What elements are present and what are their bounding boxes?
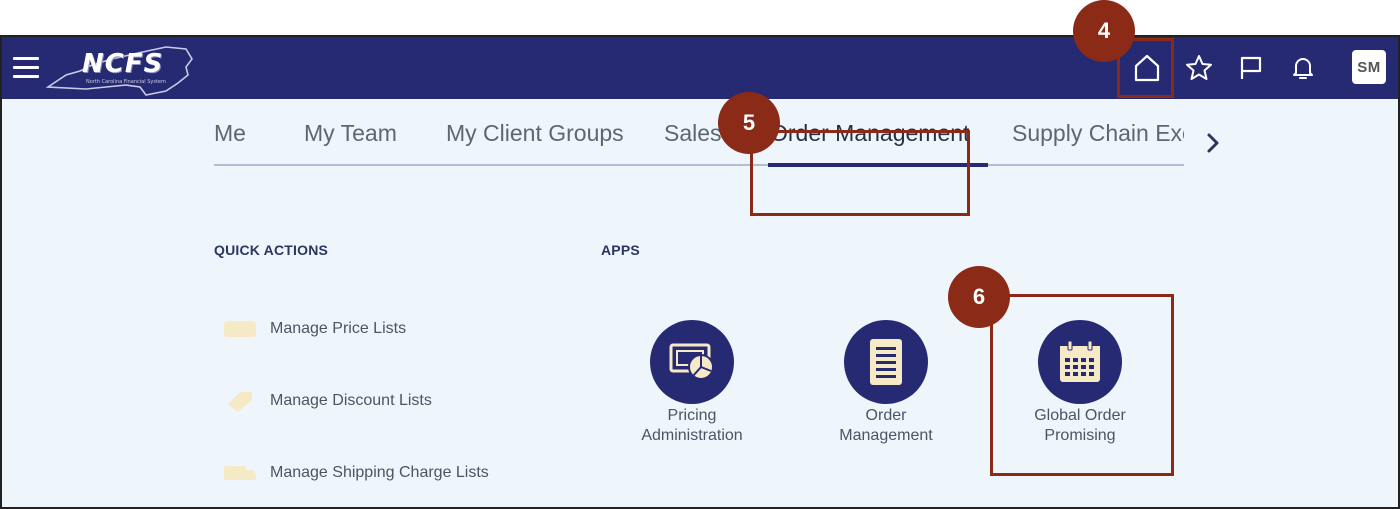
- callout-badge-6: 6: [948, 266, 1010, 328]
- app-icon-circle: [844, 320, 928, 404]
- pricing-admin-icon: [669, 343, 714, 380]
- callout-badge-5: 5: [718, 92, 780, 154]
- notifications-bell-icon[interactable]: [1286, 51, 1320, 85]
- app-order-management[interactable]: Order Management: [806, 320, 966, 446]
- app-label-line2: Promising: [1044, 427, 1116, 444]
- user-avatar[interactable]: SM: [1352, 50, 1386, 84]
- tabs-divider: [214, 164, 1184, 166]
- tab-order-management[interactable]: Order Management: [770, 120, 969, 147]
- app-pricing-administration[interactable]: Pricing Administration: [612, 320, 772, 446]
- home-icon[interactable]: [1130, 51, 1164, 85]
- favorites-star-icon[interactable]: [1182, 51, 1216, 85]
- price-list-icon: [224, 321, 256, 337]
- shipping-truck-icon: [224, 466, 256, 480]
- quick-action-label: Manage Discount Lists: [270, 392, 432, 409]
- global-header: NCFS North Carolina Financial System SM: [2, 37, 1398, 99]
- tab-sales[interactable]: Sales: [664, 120, 722, 147]
- discount-tag-icon: [228, 392, 252, 412]
- quick-action-manage-discount-lists[interactable]: Manage Discount Lists: [222, 386, 432, 416]
- callout-badge-4: 4: [1073, 0, 1135, 62]
- tab-my-team[interactable]: My Team: [304, 120, 397, 147]
- quick-actions-heading: QUICK ACTIONS: [214, 242, 329, 258]
- tab-supply-chain-execution[interactable]: Supply Chain Execu: [1012, 120, 1184, 147]
- app-label-line1: Global Order: [1034, 407, 1126, 424]
- flag-icon[interactable]: [1234, 51, 1268, 85]
- order-document-icon: [870, 339, 902, 385]
- logo-subtitle: North Carolina Financial System: [86, 79, 166, 85]
- quick-action-label: Manage Shipping Charge Lists: [270, 464, 489, 481]
- tab-my-client-groups[interactable]: My Client Groups: [446, 120, 624, 147]
- quick-action-manage-price-lists[interactable]: Manage Price Lists: [222, 314, 406, 344]
- app-label-line1: Pricing: [667, 407, 717, 424]
- apps-heading: APPS: [601, 242, 640, 258]
- ncfs-logo[interactable]: NCFS North Carolina Financial System: [45, 41, 196, 97]
- app-label-line1: Order: [865, 407, 907, 424]
- app-icon-circle: [650, 320, 734, 404]
- app-global-order-promising[interactable]: Global Order Promising: [1000, 320, 1160, 446]
- quick-action-label: Manage Price Lists: [270, 320, 407, 337]
- app-label-line2: Management: [839, 427, 933, 444]
- app-label-line2: Administration: [641, 427, 743, 444]
- quick-action-manage-shipping-charge-lists[interactable]: Manage Shipping Charge Lists: [222, 458, 489, 488]
- active-tab-indicator: [768, 163, 988, 167]
- menu-icon[interactable]: [13, 57, 39, 79]
- logo-text: NCFS: [82, 49, 164, 79]
- springboard-tabs: Me My Team My Client Groups Sales Order …: [214, 110, 1184, 170]
- chevron-right-icon[interactable]: [1203, 128, 1223, 158]
- tab-me[interactable]: Me: [214, 120, 246, 147]
- calendar-icon: [1060, 340, 1100, 382]
- app-icon-circle: [1038, 320, 1122, 404]
